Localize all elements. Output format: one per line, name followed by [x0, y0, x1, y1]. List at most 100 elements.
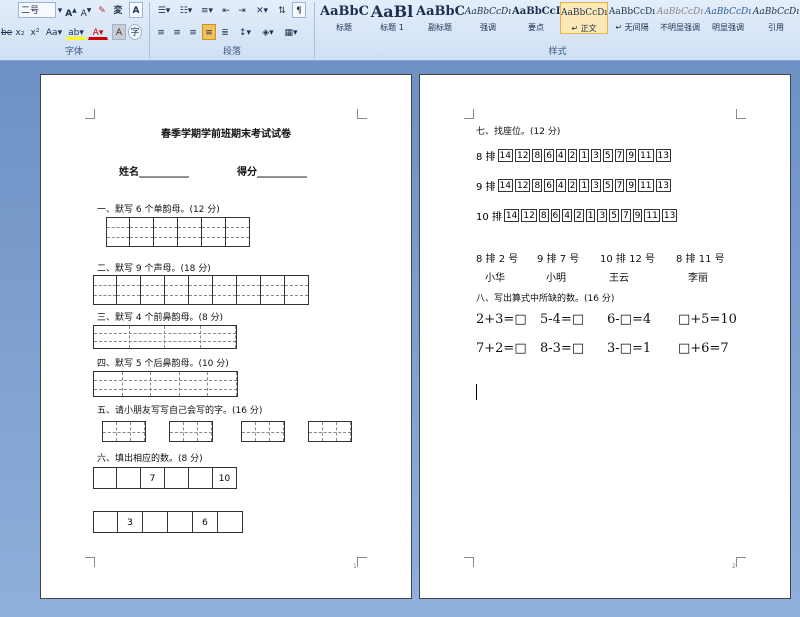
style-7[interactable]: AaBbCcDı 不明显强调 — [656, 2, 704, 34]
style-name: 副标题 — [428, 23, 452, 32]
font-size-select[interactable]: 二号 — [18, 2, 56, 18]
page-2[interactable]: 七、找座位。(12 分) 8 排 14 12 8 6 4 2 1 3 5 7 9 11 13 9 排 14 12… — [419, 74, 791, 599]
clear-format-icon[interactable]: ✎ — [95, 2, 109, 18]
style-name: 标题 — [336, 23, 352, 32]
question-8: 八、写出算式中所缺的数。(16 分) — [476, 294, 615, 304]
style-6[interactable]: AaBbCcDı ↵ 无间隔 — [608, 2, 656, 34]
style-name: ↵ 正文 — [571, 24, 597, 33]
number-cell: 7 — [141, 467, 165, 489]
highlight-icon[interactable]: ab▾ — [66, 24, 86, 40]
grow-font-icon[interactable]: A▲ — [64, 2, 78, 19]
subscript-icon[interactable]: x₂ — [13, 24, 27, 40]
shrink-font-icon[interactable]: A▼ — [79, 2, 93, 19]
equation: 3-□=1 — [607, 341, 652, 356]
style-1[interactable]: AaBl 标题 1 — [368, 2, 416, 34]
seat-number: 13 — [655, 149, 671, 162]
strikethrough-icon[interactable]: be — [0, 24, 12, 40]
borders-icon[interactable]: ▦▾ — [281, 24, 301, 40]
style-name: 要点 — [528, 23, 544, 32]
font-group-label: 字体 — [64, 47, 83, 57]
decrease-indent-icon[interactable]: ⇤ — [219, 2, 233, 18]
superscript-icon[interactable]: x² — [28, 24, 42, 40]
ticket-seat: 8 排 11 号 — [676, 254, 725, 265]
phonetic-guide-icon[interactable]: 変 — [111, 2, 125, 18]
chevron-down-icon[interactable]: ▾ — [56, 2, 64, 18]
seat-number: 7 — [620, 209, 631, 222]
style-3[interactable]: AaBbCcDı 强调 — [464, 2, 512, 34]
style-0[interactable]: AaBbC 标题 — [320, 2, 368, 34]
style-5[interactable]: AaBbCcDı ↵ 正文 — [560, 2, 608, 34]
question-2: 二、默写 9 个声母。(18 分) — [97, 264, 211, 274]
question-3: 三、默写 4 个前鼻韵母。(8 分) — [97, 313, 224, 323]
writing-box-3 — [241, 421, 285, 442]
style-preview: AaBbCcDı — [656, 7, 704, 17]
question-1: 一、默写 6 个单韵母。(12 分) — [97, 205, 220, 215]
seat-number: 2 — [567, 179, 578, 192]
seat-number: 7 — [614, 149, 625, 162]
shading-icon[interactable]: ◈▾ — [258, 24, 278, 40]
style-9[interactable]: AaBbCcDı 引用 — [752, 2, 800, 34]
style-preview: AaBbCcDı — [561, 8, 607, 18]
seat-number: 1 — [579, 179, 590, 192]
change-case-icon[interactable]: Aa▾ — [44, 24, 64, 40]
score-field: 得分__________ — [237, 167, 307, 178]
style-preview: AaBbC — [320, 4, 368, 19]
equation: □+6=7 — [678, 341, 729, 356]
seat-number: 5 — [609, 209, 619, 222]
seat-number: 1 — [585, 209, 596, 222]
seat-number: 13 — [655, 179, 671, 192]
seat-number: 4 — [555, 179, 566, 192]
align-left-icon[interactable]: ≡ — [154, 24, 168, 40]
seat-row: 8 排 14 12 8 6 4 2 1 3 5 7 9 11 13 — [476, 148, 673, 163]
align-center-icon[interactable]: ≡ — [170, 24, 184, 40]
style-preview: AaBl — [370, 2, 414, 21]
char-border-icon[interactable]: A — [129, 2, 143, 18]
number-cell — [168, 511, 193, 533]
number-row-2: 3 6 — [93, 511, 243, 533]
seat-number: 14 — [503, 209, 520, 222]
align-right-icon[interactable]: ≡ — [186, 24, 200, 40]
chinese-layout-icon[interactable]: ✕▾ — [252, 2, 272, 18]
seat-number: 4 — [562, 209, 573, 222]
ticket-seat: 8 排 2 号 — [476, 254, 519, 265]
styles-group-label: 样式 — [548, 47, 567, 57]
number-cell — [93, 467, 117, 489]
style-4[interactable]: AaBbCcD 要点 — [512, 2, 560, 34]
style-8[interactable]: AaBbCcDı 明显强调 — [704, 2, 752, 34]
line-spacing-icon[interactable]: ↕▾ — [235, 24, 255, 40]
style-preview: AaBbCcDı — [704, 7, 752, 17]
number-cell — [117, 467, 141, 489]
ribbon: 二号 ▾ A▲ A▼ ✎ 変 A be x₂ x² Aa▾ ab▾ A▾ A 字… — [0, 0, 800, 61]
bullets-icon[interactable]: ☰▾ — [154, 2, 174, 18]
number-cell: 3 — [118, 511, 143, 533]
writing-box-1 — [102, 421, 146, 442]
seat-number: 5 — [602, 149, 613, 162]
seat-number: 9 — [626, 179, 637, 192]
number-cell: 6 — [193, 511, 218, 533]
show-marks-icon[interactable]: ¶ — [292, 2, 306, 18]
style-preview: AaBbC — [416, 4, 464, 19]
page-number: 1 — [353, 563, 357, 570]
name-field: 姓名__________ — [119, 167, 189, 178]
ticket-person: 小明 — [546, 273, 566, 284]
increase-indent-icon[interactable]: ⇥ — [235, 2, 249, 18]
style-2[interactable]: AaBbC 副标题 — [416, 2, 464, 34]
style-name: ↵ 无间隔 — [615, 23, 649, 32]
multilevel-list-icon[interactable]: ≡▾ — [198, 2, 216, 18]
seat-number: 5 — [602, 179, 613, 192]
page-1[interactable]: 春季学期学前班期末考试试卷 姓名__________ 得分__________ … — [40, 74, 412, 599]
char-shading-icon[interactable]: A — [112, 24, 126, 40]
distributed-icon[interactable]: ≣ — [218, 24, 232, 40]
writing-box-2 — [169, 421, 213, 442]
justify-icon[interactable]: ≡ — [202, 24, 216, 40]
seat-number: 1 — [579, 149, 590, 162]
seat-number: 14 — [497, 179, 513, 192]
style-name: 强调 — [480, 23, 496, 32]
font-color-icon[interactable]: A▾ — [88, 24, 108, 40]
numbering-icon[interactable]: ☷▾ — [176, 2, 196, 18]
seat-number: 4 — [555, 149, 566, 162]
seat-number: 9 — [626, 149, 637, 162]
sort-icon[interactable]: ⇅ — [275, 2, 289, 18]
number-cell — [189, 467, 213, 489]
enclose-char-icon[interactable]: 字 — [128, 24, 142, 40]
